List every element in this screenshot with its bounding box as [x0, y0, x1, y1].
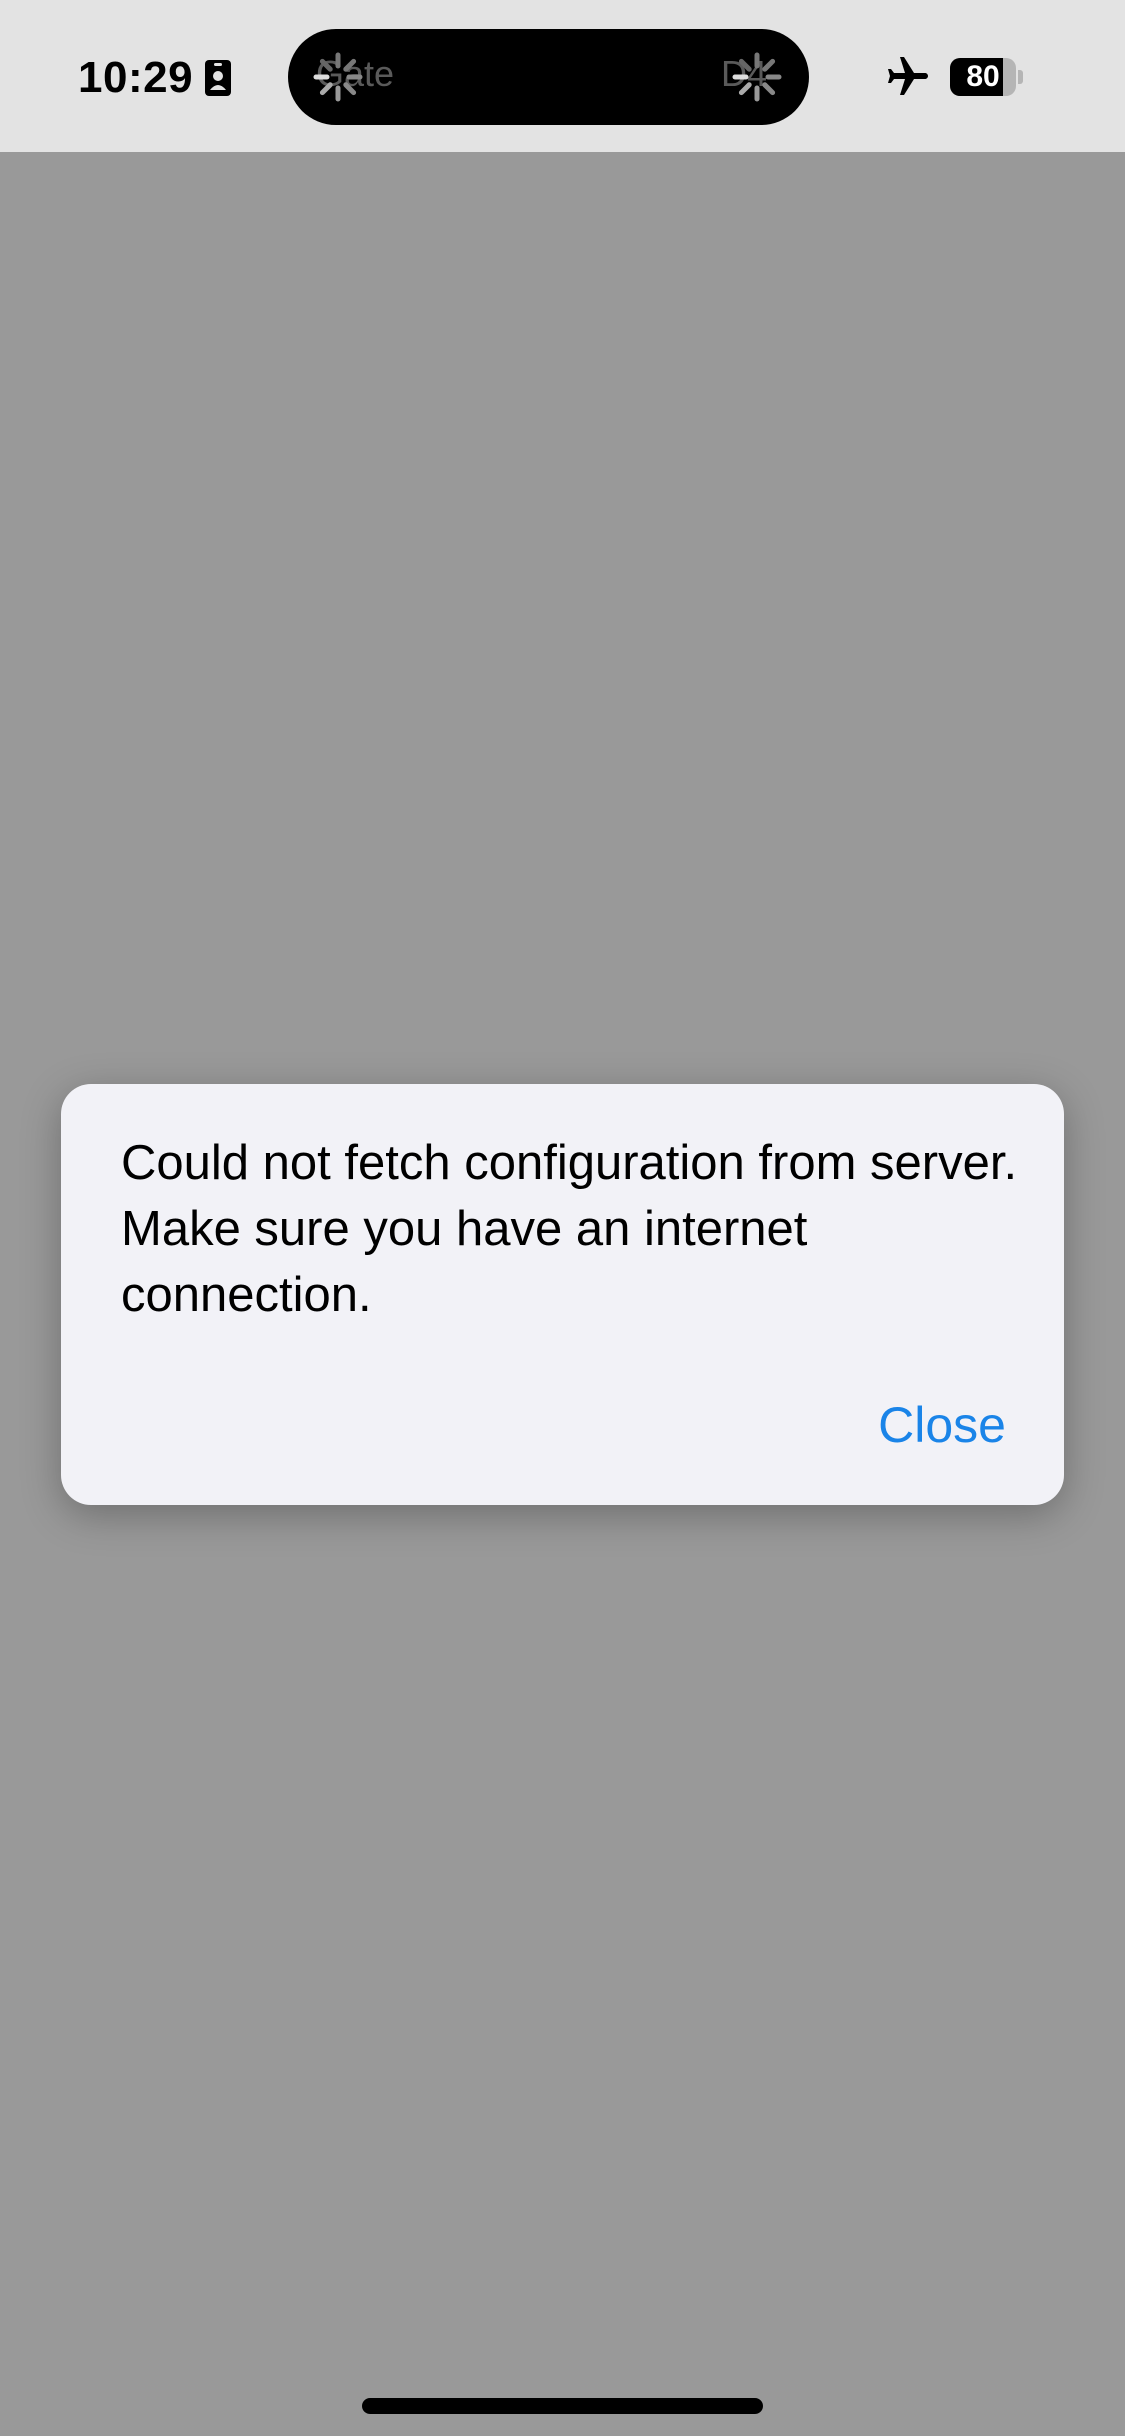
home-indicator[interactable]: [362, 2398, 763, 2414]
battery-cap: [1018, 70, 1023, 84]
close-button[interactable]: Close: [878, 1396, 1006, 1454]
alert-message: Could not fetch configuration from serve…: [121, 1136, 1018, 1322]
status-right-group: 80: [884, 52, 1023, 102]
status-bar: 10:29 Gate D4 80: [0, 0, 1125, 152]
id-badge-icon: [205, 60, 232, 96]
status-time: 10:29: [78, 53, 194, 102]
battery-icon: 80: [950, 58, 1016, 96]
dynamic-island[interactable]: Gate D4: [288, 29, 809, 125]
airplane-icon: [884, 53, 932, 101]
loading-spinner-icon: [731, 51, 783, 103]
error-alert-dialog: Could not fetch configuration from serve…: [61, 1084, 1064, 1505]
time-group: 10:29: [78, 50, 232, 106]
battery-level-label: 80: [966, 60, 1000, 93]
loading-spinner-icon: [312, 51, 364, 103]
